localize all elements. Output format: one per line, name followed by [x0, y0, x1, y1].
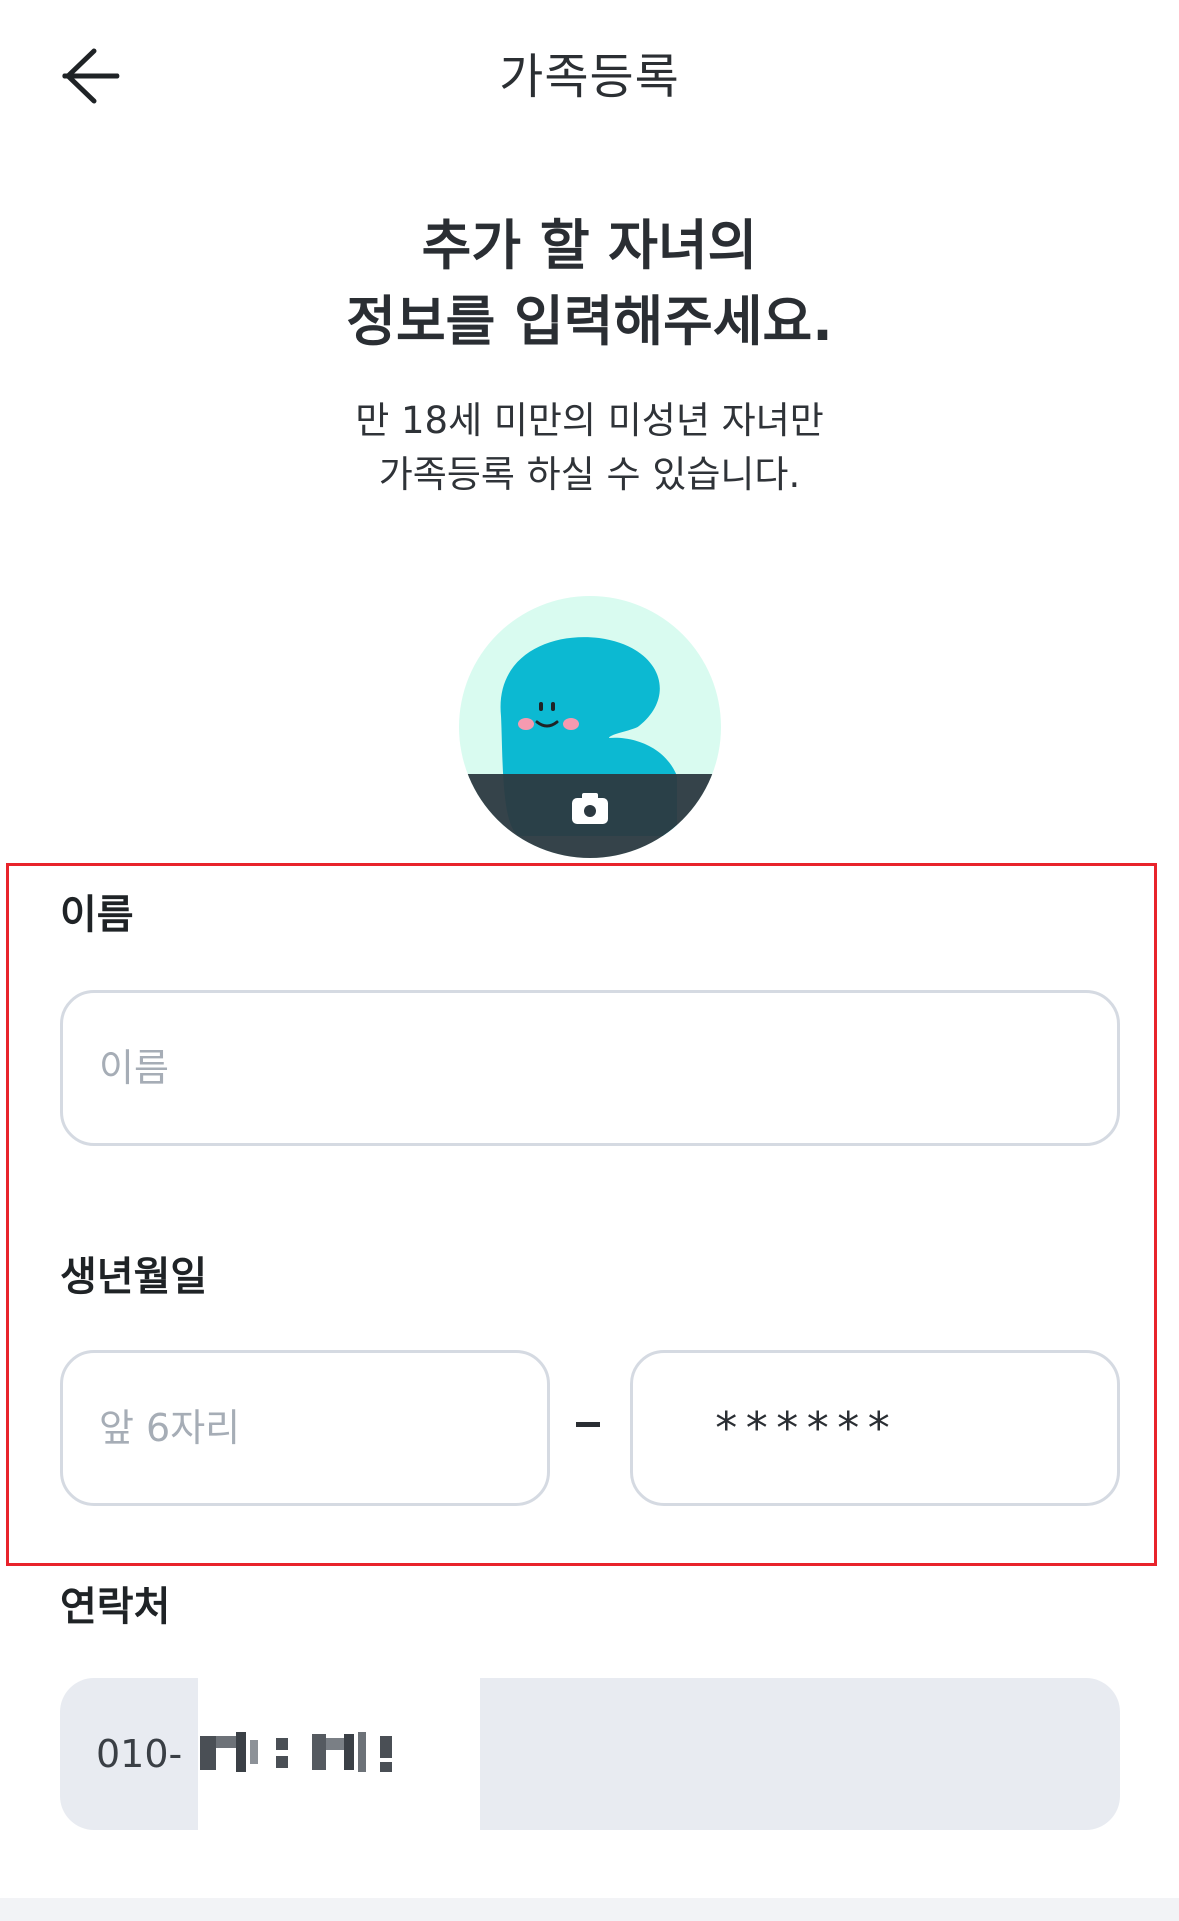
birthdate-separator — [576, 1422, 600, 1427]
headline-line-1: 추가 할 자녀의 — [421, 214, 758, 277]
subtext-line-1: 만 18세 미만의 미성년 자녀만 — [355, 399, 824, 442]
birthdate-front-field[interactable] — [60, 1350, 550, 1506]
subtext: 만 18세 미만의 미성년 자녀만 가족등록 하실 수 있습니다. — [0, 394, 1179, 502]
birthdate-label: 생년월일 — [60, 1254, 208, 1300]
app-header: 가족등록 — [0, 0, 1179, 150]
profile-photo-button[interactable] — [459, 596, 721, 858]
contact-field: 010- — [60, 1672, 1120, 1836]
birthdate-back-field[interactable]: ****** — [630, 1350, 1120, 1506]
redacted-number — [200, 1732, 392, 1772]
headline-line-2: 정보를 입력해주세요. — [346, 290, 833, 353]
name-field[interactable] — [60, 990, 1120, 1146]
birthdate-back-masked: ****** — [713, 1402, 896, 1454]
birthdate-front-input[interactable] — [99, 1353, 511, 1503]
contact-label: 연락처 — [60, 1584, 171, 1630]
page-title: 가족등록 — [499, 49, 680, 105]
mascot-avatar-image — [459, 596, 721, 858]
name-label: 이름 — [60, 892, 134, 938]
bottom-area — [0, 1898, 1179, 1921]
name-input[interactable] — [99, 993, 1081, 1143]
contact-prefix: 010- — [96, 1732, 183, 1776]
headline: 추가 할 자녀의 정보를 입력해주세요. — [0, 208, 1179, 360]
subtext-line-2: 가족등록 하실 수 있습니다. — [378, 453, 801, 496]
